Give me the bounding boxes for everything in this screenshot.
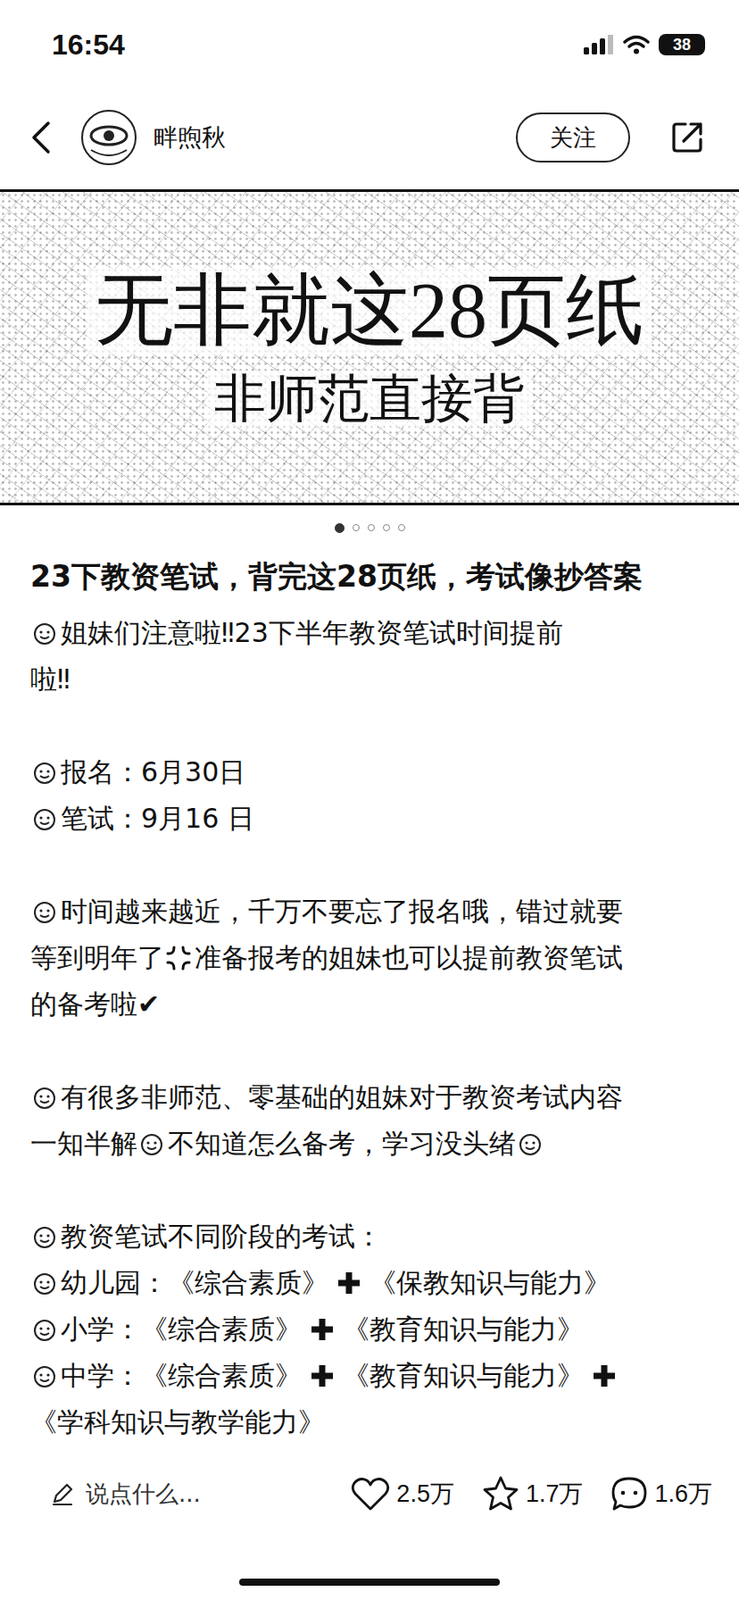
- author-name[interactable]: 畔煦秋: [153, 121, 516, 154]
- like-count: 2.5万: [396, 1477, 455, 1510]
- comment-icon: [609, 1474, 649, 1512]
- text-line: 小学：《综合素质》《教育知识与能力》: [30, 1305, 709, 1353]
- text-segment: 啦‼: [30, 655, 71, 703]
- star-icon: [481, 1474, 521, 1512]
- home-indicator[interactable]: [239, 1577, 500, 1586]
- post-title: 23下教资笔试，背完这28页纸，考试像抄答案: [30, 554, 709, 599]
- text-segment: 笔试：9月16 日: [60, 795, 255, 842]
- text-segment: 《保教知识与能力》: [369, 1259, 611, 1306]
- text-line: 报名：6月30日: [30, 748, 709, 796]
- share-icon[interactable]: [669, 119, 706, 156]
- text-line: 有很多非师范、零基础的姐妹对于教资考试内容: [30, 1073, 709, 1121]
- text-line: 一知半解不知道怎么备考，学习没头绪: [30, 1120, 709, 1167]
- comment-input[interactable]: 说点什么...: [49, 1478, 324, 1510]
- back-icon[interactable]: [28, 119, 54, 156]
- comment-button[interactable]: 1.6万: [609, 1474, 713, 1512]
- text-line: 《学科知识与教学能力》: [30, 1398, 709, 1445]
- emoji-icon: [30, 1222, 59, 1250]
- anger-icon: [164, 944, 193, 972]
- battery-icon: 38: [658, 33, 706, 56]
- status-icons: 38: [583, 33, 706, 56]
- text-line: 的备考啦✔: [30, 980, 709, 1028]
- text-line: 姐妹们注意啦‼23下半年教资笔试时间提前: [30, 609, 709, 656]
- text-segment: 《教育知识与能力》: [342, 1352, 584, 1399]
- cover-image[interactable]: 无非就这28页纸非师范直接背: [0, 189, 739, 506]
- post-screen: 16:54 38 畔煦秋关注无非就这28页纸非师范直接背 23下教资笔试，背完这28页…: [0, 0, 739, 1600]
- emoji-icon: [137, 1129, 167, 1157]
- page-dot[interactable]: [367, 523, 375, 532]
- favorite-button[interactable]: 1.7万: [481, 1474, 584, 1512]
- emoji-icon: [30, 1269, 59, 1296]
- text-line: 中学：《综合素质》《教育知识与能力》: [30, 1352, 709, 1399]
- cover-subtitle: 非师范直接背: [207, 370, 532, 428]
- emoji-icon: [515, 1129, 545, 1157]
- status-time: 16:54: [51, 28, 125, 62]
- text-segment: 《学科知识与教学能力》: [30, 1398, 325, 1445]
- emoji-icon: [30, 897, 59, 925]
- plus-icon: [589, 1361, 620, 1389]
- favorite-count: 1.7万: [525, 1477, 584, 1510]
- text-segment: 中学：《综合素质》: [60, 1352, 302, 1399]
- page-indicator: [0, 505, 739, 550]
- text-segment: 报名：6月30日: [60, 748, 246, 796]
- wifi-icon: [622, 34, 650, 55]
- page-dot[interactable]: [382, 523, 391, 532]
- plus-icon: [333, 1269, 365, 1296]
- paragraph: 报名：6月30日笔试：9月16 日: [30, 748, 709, 842]
- plus-icon: [307, 1315, 338, 1343]
- paragraph: 时间越来越近，千万不要忘了报名哦，错过就要等到明年了准备报考的姐妹也可以提前教资…: [30, 888, 709, 1028]
- text-line: 笔试：9月16 日: [30, 795, 709, 842]
- battery-level: 38: [672, 35, 691, 55]
- text-segment: 小学：《综合素质》: [60, 1305, 302, 1353]
- emoji-icon: [30, 1315, 59, 1343]
- text-segment: 《教育知识与能力》: [342, 1305, 584, 1353]
- page-dot[interactable]: [352, 523, 360, 532]
- text-segment: 等到明年了: [30, 934, 165, 981]
- text-segment: 教资笔试不同阶段的考试：: [60, 1212, 382, 1260]
- paragraph: 姐妹们注意啦‼23下半年教资笔试时间提前啦‼: [30, 609, 709, 703]
- text-segment: 的备考啦✔: [30, 980, 160, 1028]
- post-body: 23下教资笔试，背完这28页纸，考试像抄答案姐妹们注意啦‼23下半年教资笔试时间…: [0, 549, 739, 1451]
- text-segment: 姐妹们注意啦‼23下半年教资笔试时间提前: [60, 609, 564, 656]
- page-dot[interactable]: [334, 523, 345, 533]
- comment-placeholder: 说点什么...: [85, 1478, 201, 1510]
- home-indicator-area: [0, 1536, 739, 1600]
- text-segment: 一知半解: [30, 1120, 138, 1167]
- paragraph: 教资笔试不同阶段的考试：幼儿园：《综合素质》《保教知识与能力》小学：《综合素质》…: [30, 1212, 709, 1445]
- follow-button[interactable]: 关注: [515, 112, 631, 163]
- plus-icon: [307, 1361, 338, 1389]
- emoji-icon: [30, 805, 59, 832]
- like-button[interactable]: 2.5万: [349, 1474, 455, 1512]
- avatar-icon[interactable]: [80, 108, 138, 167]
- post-header: 畔煦秋关注: [0, 89, 739, 186]
- comment-count: 1.6万: [654, 1477, 713, 1510]
- text-line: 啦‼: [30, 655, 709, 703]
- text-line: 幼儿园：《综合素质》《保教知识与能力》: [30, 1259, 709, 1306]
- emoji-icon: [30, 1361, 59, 1389]
- text-line: 教资笔试不同阶段的考试：: [30, 1212, 709, 1260]
- heart-icon: [349, 1474, 391, 1512]
- text-segment: 有很多非师范、零基础的姐妹对于教资考试内容: [60, 1073, 623, 1121]
- status-bar: 16:54 38: [0, 0, 739, 90]
- signal-icon: [583, 34, 615, 55]
- text-line: 时间越来越近，千万不要忘了报名哦，错过就要: [30, 888, 709, 935]
- bottom-bar: 说点什么... 2.5万 1.7万 1.6万: [0, 1450, 739, 1537]
- text-segment: 不知道怎么备考，学习没头绪: [167, 1120, 516, 1167]
- text-segment: 幼儿园：《综合素质》: [60, 1259, 329, 1306]
- text-segment: 准备报考的姐妹也可以提前教资笔试: [194, 934, 623, 981]
- pen-icon: [49, 1480, 75, 1506]
- emoji-icon: [30, 619, 59, 647]
- text-line: 等到明年了准备报考的姐妹也可以提前教资笔试: [30, 934, 709, 981]
- emoji-icon: [30, 758, 59, 786]
- text-segment: 时间越来越近，千万不要忘了报名哦，错过就要: [60, 888, 623, 935]
- cover-title: 无非就这28页纸: [87, 267, 652, 355]
- emoji-icon: [30, 1083, 59, 1111]
- paragraph: 有很多非师范、零基础的姐妹对于教资考试内容一知半解不知道怎么备考，学习没头绪: [30, 1073, 709, 1167]
- page-dot[interactable]: [398, 523, 406, 532]
